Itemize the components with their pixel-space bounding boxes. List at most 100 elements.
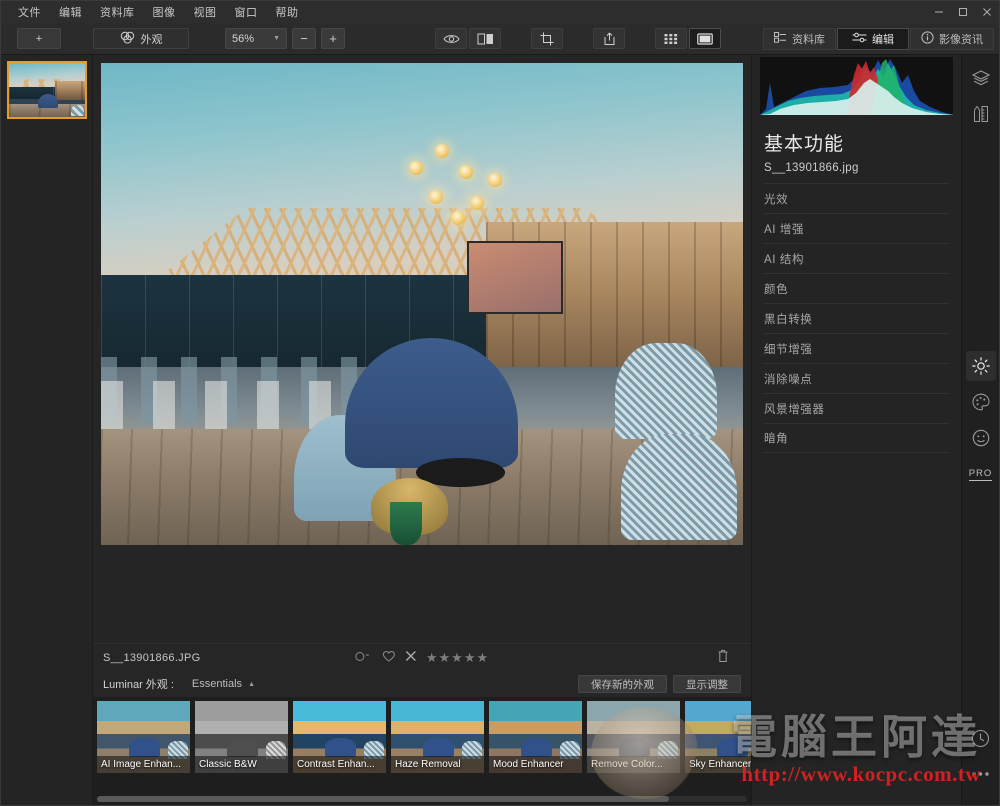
minimize-icon[interactable] bbox=[927, 1, 951, 23]
photo-chandelier bbox=[403, 140, 512, 236]
sliders-icon bbox=[852, 32, 867, 46]
menu-item-file[interactable]: 文件 bbox=[9, 2, 50, 22]
show-adjustments-button[interactable]: 显示调整 bbox=[673, 675, 741, 693]
tab-library[interactable]: 资料库 bbox=[763, 28, 836, 50]
center-area: S__13901866.JPG ★★★★★ Luminar 外观: Essen… bbox=[93, 55, 751, 805]
adjustment-row-light[interactable]: 光效 bbox=[764, 183, 949, 213]
preset-label: Classic B&W bbox=[195, 756, 288, 773]
right-panel: 基本功能 S__13901866.jpg 光效 AI 增强 AI 结构 颜色 黑… bbox=[751, 55, 961, 805]
preset-label: Haze Removal bbox=[391, 756, 484, 773]
looks-action-buttons: 保存新的外观 显示调整 bbox=[578, 675, 741, 693]
essentials-sun-icon[interactable] bbox=[965, 351, 996, 381]
add-image-button[interactable]: + bbox=[17, 28, 61, 49]
color-label-icon[interactable] bbox=[355, 651, 373, 665]
layout-group bbox=[655, 28, 721, 49]
adjustment-row-ai-enhance[interactable]: AI 增强 bbox=[764, 213, 949, 243]
photo-chair-right-upper bbox=[614, 342, 718, 439]
preset-item[interactable]: Classic B&W bbox=[195, 701, 288, 773]
save-new-look-button[interactable]: 保存新的外观 bbox=[578, 675, 667, 693]
adjustment-row-denoise[interactable]: 消除噪点 bbox=[764, 363, 949, 393]
filmstrip-thumbnail[interactable] bbox=[7, 61, 87, 119]
panel-tabs: 资料库 编辑 影像资讯 bbox=[763, 28, 994, 50]
looks-venn-icon bbox=[120, 31, 135, 47]
zoom-out-button[interactable]: − bbox=[292, 28, 316, 49]
adjustment-row-vignette[interactable]: 暗角 bbox=[764, 423, 949, 453]
maximize-icon[interactable] bbox=[951, 1, 975, 23]
layers-icon[interactable] bbox=[966, 63, 996, 93]
heart-icon[interactable] bbox=[382, 650, 396, 665]
chevron-down-icon: ▼ bbox=[273, 35, 280, 42]
info-icon bbox=[921, 31, 934, 47]
trash-icon[interactable] bbox=[717, 649, 729, 666]
view-toggle-group bbox=[435, 28, 501, 49]
canvas-tools bbox=[435, 28, 721, 49]
luminar-window: 文件 编辑 资料库 图像 视图 窗口 帮助 + 外观 56% ▼ − + 资料库… bbox=[0, 0, 1000, 806]
preset-label: AI Image Enhan... bbox=[97, 756, 190, 773]
scrollbar-thumb[interactable] bbox=[97, 796, 669, 802]
tools-icon[interactable] bbox=[966, 99, 996, 129]
grid-view-icon[interactable] bbox=[655, 28, 687, 49]
star-rating[interactable]: ★★★★★ bbox=[426, 650, 489, 666]
looks-bar: Luminar 外观 : Essentials ▲ 保存新的外观 显示调整 bbox=[93, 671, 751, 697]
preview-eye-icon[interactable] bbox=[435, 28, 467, 49]
chevron-up-icon: ▲ bbox=[248, 680, 255, 688]
creative-palette-icon[interactable] bbox=[966, 387, 996, 417]
looks-collection-select[interactable]: Essentials ▲ bbox=[192, 678, 255, 690]
adjustment-row-details[interactable]: 细节增强 bbox=[764, 333, 949, 363]
adjustment-row-color[interactable]: 颜色 bbox=[764, 273, 949, 303]
adjustments-list: 光效 AI 增强 AI 结构 颜色 黑白转换 细节增强 消除噪点 风景增强器 暗… bbox=[752, 183, 961, 453]
panel-title: 基本功能 bbox=[764, 134, 845, 155]
preset-item[interactable]: Haze Removal bbox=[391, 701, 484, 773]
close-icon[interactable] bbox=[975, 1, 999, 23]
preset-item[interactable]: Contrast Enhan... bbox=[293, 701, 386, 773]
export-icon[interactable] bbox=[593, 28, 625, 49]
current-filename: S__13901866.JPG bbox=[103, 651, 201, 664]
zoom-controls: 56% ▼ − + bbox=[225, 28, 345, 49]
history-clock-icon[interactable] bbox=[966, 723, 996, 753]
left-filmstrip bbox=[1, 55, 93, 805]
zoom-level-value: 56% bbox=[232, 32, 255, 45]
preset-item[interactable]: AI Image Enhan... bbox=[97, 701, 190, 773]
pro-label: PRO bbox=[968, 467, 993, 481]
title-bar: 文件 编辑 资料库 图像 视图 窗口 帮助 bbox=[1, 1, 999, 23]
compare-before-after-icon[interactable] bbox=[469, 28, 501, 49]
menu-item-help[interactable]: 帮助 bbox=[267, 2, 308, 22]
menu-item-library[interactable]: 资料库 bbox=[91, 2, 144, 22]
zoom-in-button[interactable]: + bbox=[321, 28, 345, 49]
adjustment-row-landscape[interactable]: 风景增强器 bbox=[764, 393, 949, 423]
zoom-level-select[interactable]: 56% ▼ bbox=[225, 28, 287, 49]
tab-library-label: 资料库 bbox=[792, 34, 825, 46]
menu-item-window[interactable]: 窗口 bbox=[226, 2, 267, 22]
preset-label: Contrast Enhan... bbox=[293, 756, 386, 773]
tab-edit[interactable]: 编辑 bbox=[837, 28, 909, 50]
adjustment-row-ai-structure[interactable]: AI 结构 bbox=[764, 243, 949, 273]
menu-item-view[interactable]: 视图 bbox=[185, 2, 226, 22]
looks-button-label: 外观 bbox=[140, 33, 163, 46]
library-icon bbox=[774, 32, 787, 46]
tab-image-info-label: 影像资讯 bbox=[939, 34, 983, 46]
histogram bbox=[760, 57, 953, 115]
main-photo bbox=[101, 63, 743, 545]
looks-button[interactable]: 外观 bbox=[93, 28, 189, 49]
looks-bar-label: Luminar 外观 : bbox=[103, 679, 174, 691]
rail-bottom-group bbox=[966, 723, 996, 795]
export-group bbox=[593, 28, 625, 49]
photo-canvas[interactable] bbox=[93, 55, 751, 643]
adjustment-row-bw-conversion[interactable]: 黑白转换 bbox=[764, 303, 949, 333]
menu-item-image[interactable]: 图像 bbox=[144, 2, 185, 22]
tab-image-info[interactable]: 影像资讯 bbox=[910, 28, 994, 50]
portrait-face-icon[interactable] bbox=[966, 423, 996, 453]
photo-chair-right-lower bbox=[621, 434, 737, 541]
photo-green-vase bbox=[389, 501, 422, 545]
menu-item-edit[interactable]: 编辑 bbox=[50, 2, 91, 22]
more-dots-icon[interactable] bbox=[966, 759, 996, 789]
right-icon-rail: PRO bbox=[961, 55, 999, 805]
preset-item[interactable]: Mood Enhancer bbox=[489, 701, 582, 773]
top-toolbar: + 外观 56% ▼ − + 资料库 编辑 影像资讯 bbox=[1, 23, 999, 55]
pro-icon[interactable]: PRO bbox=[966, 459, 996, 489]
image-info-bar: S__13901866.JPG ★★★★★ bbox=[93, 643, 751, 671]
crop-group bbox=[531, 28, 563, 49]
reject-x-icon[interactable] bbox=[405, 650, 417, 665]
crop-icon[interactable] bbox=[531, 28, 563, 49]
single-view-icon[interactable] bbox=[689, 28, 721, 49]
